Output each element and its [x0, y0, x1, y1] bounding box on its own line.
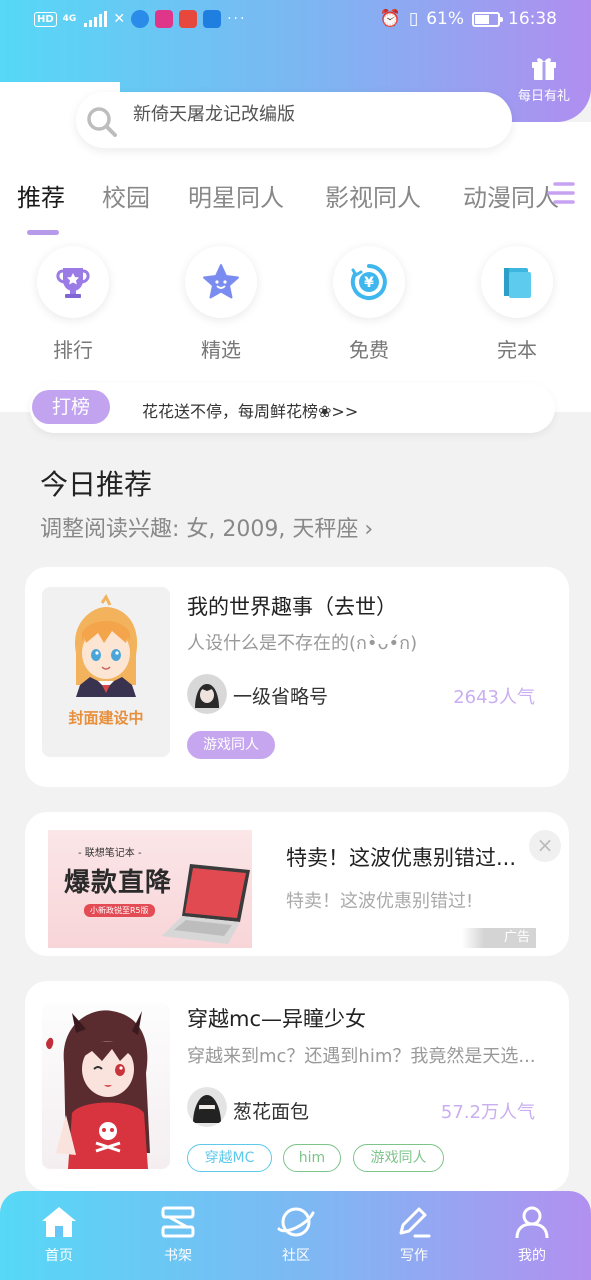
category-tabs: 推荐 校园 明星同人 影视同人 动漫同人	[0, 178, 591, 228]
yen-icon: ¥	[350, 264, 387, 300]
clock: 16:38	[508, 9, 557, 29]
bookshelf-icon	[161, 1206, 195, 1238]
close-icon[interactable]: ×	[529, 830, 561, 862]
home-icon	[42, 1207, 76, 1237]
cover-caption: 封面建设中	[68, 709, 144, 727]
section-title: 今日推荐	[40, 468, 153, 501]
signal-icon	[84, 11, 108, 27]
ad-image-subtitle: - 联想笔记本 -	[78, 848, 142, 859]
ad-image-headline: 爆款直降	[64, 868, 173, 898]
book-description: 穿越来到mc？还遇到him？我竟然是天选...	[187, 1046, 536, 1067]
nav-label: 我的	[518, 1248, 546, 1264]
laptop-icon	[162, 864, 250, 944]
notice-text: 花花送不停，每周鲜花榜❀>>	[142, 402, 359, 421]
category-ranking[interactable]: 排行	[28, 246, 118, 363]
popularity-count: 57.2万人气	[440, 1102, 535, 1123]
status-left: HD 4G ✕ ···	[34, 10, 246, 28]
status-right: ⏰ ▯ 61% 16:38	[380, 9, 557, 29]
reading-interest-link[interactable]: 调整阅读兴趣: 女, 2009, 天秤座 ›	[40, 511, 373, 543]
ad-card[interactable]: - 联想笔记本 - 爆款直降 小新政锐至R5版 特卖！这波优惠别错过... 特卖…	[25, 812, 569, 956]
ranking-notice-bar[interactable]: 打榜 花花送不停，每周鲜花榜❀>>	[30, 383, 555, 433]
tab-recommend[interactable]: 推荐	[17, 178, 65, 213]
author-name: 葱花面包	[233, 1101, 310, 1123]
nav-bookshelf[interactable]: 书架	[138, 1205, 218, 1265]
bottom-navigation: 首页 书架 社区 写作 我的	[0, 1191, 591, 1280]
status-bar: HD 4G ✕ ··· ⏰ ▯ 61% 16:38	[0, 0, 591, 42]
ad-image: - 联想笔记本 - 爆款直降 小新政锐至R5版	[48, 830, 252, 948]
gift-icon	[532, 58, 556, 80]
book-cover: 封面建设中	[42, 587, 170, 757]
book-description: 人设什么是不存在的(ก•̀ᴗ•́ก)	[187, 633, 418, 654]
ad-description: 特卖！这波优惠别错过!	[286, 891, 474, 912]
battery-icon	[472, 11, 503, 27]
gift-label: 每日有礼	[517, 89, 570, 104]
app-icon-pink	[155, 10, 174, 28]
book-title: 我的世界趣事（去世）	[187, 595, 397, 619]
tab-campus[interactable]: 校园	[102, 178, 150, 213]
book-tag[interactable]: 穿越MC	[187, 1144, 272, 1172]
book-tag[interactable]: 游戏同人	[187, 731, 275, 759]
ad-label: 广告	[462, 928, 536, 948]
category-free[interactable]: ¥ 免费	[324, 246, 414, 363]
tab-celebrity-fanfic[interactable]: 明星同人	[188, 178, 284, 213]
app-icon-blue	[203, 10, 222, 28]
app-icon-red	[179, 10, 198, 28]
pencil-icon	[399, 1207, 431, 1238]
nav-write[interactable]: 写作	[374, 1205, 454, 1265]
trophy-icon	[56, 268, 90, 298]
search-input-text: 新倚天屠龙记改编版	[133, 104, 295, 125]
book-tag[interactable]: him	[283, 1144, 341, 1172]
browser-app-icon	[131, 10, 150, 28]
missed-call-icon: ✕	[113, 11, 126, 27]
anime-girl-cover-image	[46, 1010, 150, 1169]
category-label: 完本	[497, 338, 537, 362]
svg-text:¥: ¥	[364, 275, 374, 291]
ranking-badge: 打榜	[32, 390, 110, 424]
book-title: 穿越mc—异瞳少女	[187, 1007, 367, 1031]
category-completed[interactable]: 完本	[472, 246, 562, 363]
hd-indicator: HD	[34, 11, 57, 27]
book-card[interactable]: 封面建设中 我的世界趣事（去世） 人设什么是不存在的(ก•̀ᴗ•́ก) 一级省略…	[25, 567, 569, 787]
menu-icon[interactable]	[545, 178, 577, 210]
ad-title: 特卖！这波优惠别错过...	[286, 846, 517, 870]
category-label: 免费	[349, 338, 389, 362]
nav-label: 书架	[164, 1248, 192, 1264]
star-icon	[203, 264, 239, 299]
network-type: 4G	[62, 13, 77, 24]
popularity-count: 2643人气	[453, 687, 535, 708]
category-label: 排行	[53, 338, 93, 362]
nav-community[interactable]: 社区	[256, 1205, 336, 1265]
search-icon	[87, 107, 117, 137]
book-cover	[42, 1003, 170, 1169]
book-icon	[504, 268, 531, 298]
more-notifications-icon: ···	[227, 11, 247, 27]
nav-label: 首页	[45, 1248, 73, 1264]
book-tag[interactable]: 游戏同人	[353, 1144, 444, 1172]
nav-label: 写作	[400, 1248, 428, 1264]
nav-home[interactable]: 首页	[19, 1205, 99, 1265]
author-avatar	[187, 674, 227, 714]
search-bar[interactable]: 新倚天屠龙记改编版	[76, 92, 512, 148]
daily-gift-button[interactable]: 每日有礼	[514, 56, 574, 104]
book-card[interactable]: 穿越mc—异瞳少女 穿越来到mc？还遇到him？我竟然是天选... 葱花面包 5…	[25, 981, 569, 1191]
active-tab-indicator	[27, 230, 59, 235]
author-name: 一级省略号	[233, 686, 329, 708]
anime-girl-placeholder-icon	[74, 594, 138, 697]
vibrate-icon: ▯	[408, 9, 419, 29]
author-avatar	[187, 1087, 227, 1127]
category-featured[interactable]: 精选	[176, 246, 266, 363]
category-label: 精选	[201, 338, 241, 362]
alarm-icon: ⏰	[379, 9, 401, 29]
nav-profile[interactable]: 我的	[492, 1205, 572, 1265]
reading-interest-text: 调整阅读兴趣: 女, 2009, 天秤座	[40, 517, 359, 542]
nav-label: 社区	[282, 1248, 310, 1264]
chevron-right-icon: ›	[364, 517, 374, 542]
battery-percent: 61%	[426, 9, 464, 29]
tab-film-fanfic[interactable]: 影视同人	[325, 178, 421, 213]
ad-image-pill: 小新政锐至R5版	[84, 904, 155, 917]
user-icon	[515, 1206, 549, 1239]
planet-icon	[277, 1207, 315, 1237]
